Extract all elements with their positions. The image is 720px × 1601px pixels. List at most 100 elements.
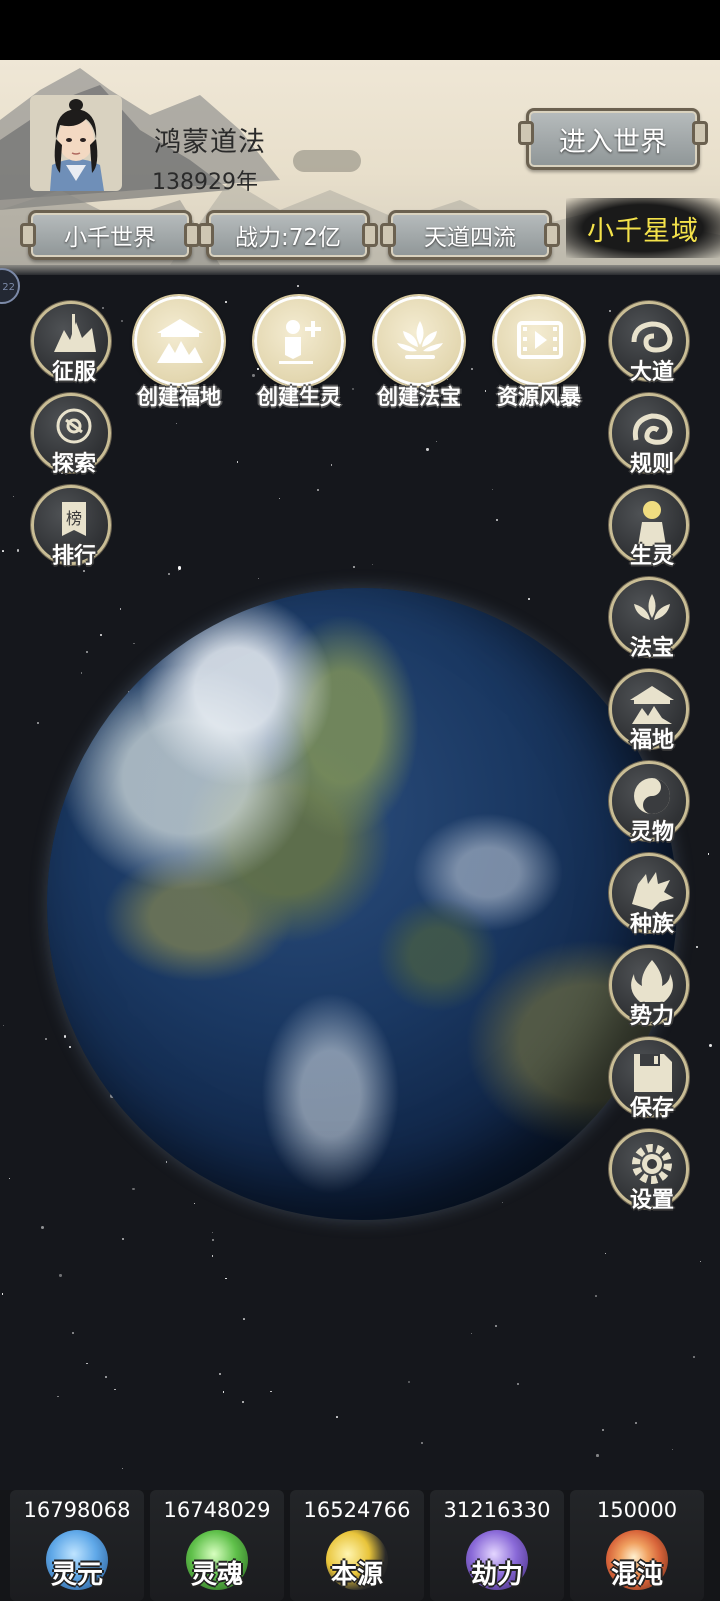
artifacts-button[interactable]: 法宝 (609, 577, 689, 661)
star (177, 565, 182, 570)
star (353, 566, 356, 569)
star (225, 301, 228, 303)
star (594, 1295, 597, 1298)
resource-origin[interactable]: 16524766 本源 (290, 1490, 424, 1601)
star (2, 1293, 4, 1295)
planet-globe[interactable] (47, 588, 677, 1220)
creatures-label: 生灵 (629, 544, 674, 569)
star (121, 1238, 124, 1241)
star (494, 1324, 497, 1327)
star (408, 1380, 411, 1383)
resource-name: 灵魂 (190, 1560, 243, 1590)
ranking-button[interactable]: 榜 排行 (31, 485, 111, 569)
star (699, 1260, 702, 1263)
star (236, 460, 239, 463)
star (177, 569, 180, 572)
spirit-items-button[interactable]: 灵物 (609, 761, 689, 845)
star (167, 573, 170, 575)
video-icon (517, 321, 563, 359)
star (601, 1429, 604, 1432)
star (257, 368, 259, 370)
player-age: 138929年 (152, 170, 258, 195)
conquer-button[interactable]: 征服 (31, 301, 111, 385)
create-blessed-land-label: 创建福地 (137, 385, 221, 409)
star (64, 1035, 67, 1038)
create-blessed-land-button[interactable] (134, 296, 224, 386)
star (102, 307, 104, 309)
resource-name: 混沌 (610, 1560, 663, 1590)
create-artifact-label: 创建法宝 (377, 385, 461, 409)
resource-tribulation[interactable]: 31216330 劫力 (430, 1490, 564, 1601)
races-button[interactable]: 种族 (609, 853, 689, 937)
resource-storm-button[interactable] (494, 296, 584, 386)
create-creature-button[interactable] (254, 296, 344, 386)
create-artifact-button[interactable] (374, 296, 464, 386)
rules-label: 规则 (629, 452, 674, 477)
star (501, 1201, 504, 1204)
star (165, 1161, 168, 1163)
star (133, 642, 135, 644)
star (72, 1332, 74, 1334)
tab-power[interactable]: 战力:72亿 (198, 210, 378, 260)
star (672, 1448, 674, 1450)
svg-text:榜: 榜 (66, 509, 82, 528)
region-label[interactable]: 小千星域 (566, 198, 720, 258)
spirit-items-label: 灵物 (629, 820, 674, 845)
resource-chaos[interactable]: 150000 混沌 (570, 1490, 704, 1601)
star (2, 1024, 5, 1027)
explore-button[interactable]: 探索 (31, 393, 111, 477)
factions-button[interactable]: 势力 (609, 945, 689, 1029)
resource-value: 16524766 (303, 1498, 411, 1522)
conquer-label: 征服 (51, 360, 96, 385)
star (609, 310, 612, 313)
header-panel: 鸿蒙道法 138929年 进入世界 小千世界 战力:72亿 天道四流 小千星域 (0, 60, 720, 265)
save-button[interactable]: 保存 (609, 1037, 689, 1121)
blessed-land-label: 福地 (629, 728, 674, 753)
star (527, 597, 530, 600)
star (13, 496, 14, 498)
resource-name: 本源 (330, 1560, 383, 1590)
star (470, 367, 473, 370)
status-pill (293, 150, 361, 172)
star (80, 672, 83, 674)
star (496, 518, 499, 521)
star (121, 1467, 124, 1469)
star (132, 1187, 135, 1191)
resource-value: 150000 (596, 1498, 678, 1522)
tab-world-size[interactable]: 小千世界 (20, 210, 200, 260)
resource-soul[interactable]: 16748029 灵魂 (150, 1490, 284, 1601)
star (85, 650, 88, 653)
star (211, 1231, 214, 1233)
star (119, 608, 122, 610)
header-divider (0, 265, 720, 275)
blessed-land-button[interactable]: 福地 (609, 669, 689, 753)
lotus-icon (397, 321, 443, 359)
star (336, 1415, 338, 1418)
star (331, 464, 333, 466)
dao-button[interactable]: 大道 (609, 301, 689, 385)
avatar[interactable] (30, 95, 122, 191)
add-person-icon (279, 320, 321, 364)
star (114, 1388, 116, 1390)
creatures-button[interactable]: 生灵 (609, 485, 689, 569)
star (596, 1454, 599, 1457)
settings-button[interactable]: 设置 (609, 1129, 689, 1213)
rules-button[interactable]: 规则 (609, 393, 689, 477)
player-name: 鸿蒙道法 (154, 127, 266, 158)
star (426, 448, 429, 451)
resource-spirit-essence[interactable]: 16798068 灵元 (10, 1490, 144, 1601)
star (37, 721, 40, 724)
factions-label: 势力 (629, 1004, 674, 1029)
star (492, 488, 494, 491)
resource-storm-label: 资源风暴 (497, 385, 581, 409)
resource-name: 灵元 (50, 1560, 103, 1590)
star (252, 373, 256, 377)
star (104, 1376, 107, 1378)
tab-heaven-flow[interactable]: 天道四流 (380, 210, 560, 260)
star (225, 1277, 227, 1280)
star (421, 1442, 424, 1445)
ranking-label: 排行 (51, 544, 96, 569)
status-bar (0, 0, 720, 60)
star (372, 563, 374, 565)
enter-world-button[interactable]: 进入世界 (518, 108, 708, 170)
